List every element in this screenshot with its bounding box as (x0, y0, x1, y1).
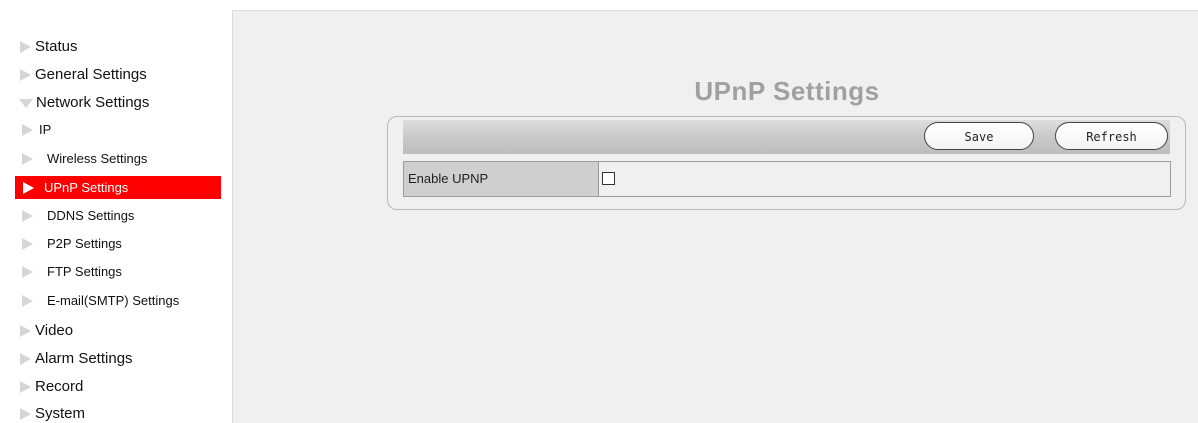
collapse-arrow-icon (19, 98, 33, 108)
expand-arrow-icon (20, 69, 31, 81)
sidebar-item-p2p-settings[interactable]: P2P Settings (22, 232, 122, 256)
arrow-icon (22, 295, 33, 307)
enable-upnp-label: Enable UPNP (404, 162, 599, 196)
sidebar-item-network-settings[interactable]: Network Settings (19, 91, 150, 115)
sidebar-item-label: IP (39, 122, 52, 137)
sidebar-item-label: Network Settings (36, 94, 150, 111)
sidebar-item-label: Video (35, 322, 74, 339)
arrow-icon (22, 238, 33, 250)
sidebar-item-alarm-settings[interactable]: Alarm Settings (20, 347, 133, 371)
sidebar-item-ip[interactable]: IP (22, 118, 51, 142)
refresh-button[interactable]: Refresh (1055, 122, 1168, 150)
sidebar-item-record[interactable]: Record (20, 375, 83, 399)
expand-arrow-icon (20, 41, 31, 53)
expand-arrow-icon (20, 381, 31, 393)
sidebar-item-upnp-settings[interactable]: UPnP Settings (15, 176, 221, 199)
sidebar-item-label: P2P Settings (47, 236, 122, 251)
sidebar-item-label: Wireless Settings (47, 151, 148, 166)
enable-upnp-checkbox[interactable] (602, 172, 615, 185)
sidebar-item-label: Status (35, 38, 78, 55)
arrow-icon (22, 124, 33, 136)
page-title: UPnP Settings (694, 76, 880, 106)
arrow-icon (22, 153, 33, 165)
sidebar-item-ftp-settings[interactable]: FTP Settings (22, 260, 122, 284)
arrow-icon (22, 266, 33, 278)
sidebar-item-label: Alarm Settings (35, 350, 133, 367)
sidebar-item-email-smtp-settings[interactable]: E-mail(SMTP) Settings (22, 289, 179, 313)
sidebar-item-ddns-settings[interactable]: DDNS Settings (22, 204, 134, 228)
sidebar-item-general-settings[interactable]: General Settings (20, 63, 147, 87)
sidebar-item-wireless-settings[interactable]: Wireless Settings (22, 147, 147, 171)
sidebar: Status General Settings Network Settings… (0, 0, 232, 423)
sidebar-item-label: FTP Settings (47, 264, 122, 279)
sidebar-item-label: UPnP Settings (44, 179, 129, 195)
sidebar-item-label: System (35, 405, 86, 422)
sidebar-item-label: General Settings (35, 66, 147, 83)
expand-arrow-icon (20, 353, 31, 365)
main-content (232, 10, 1198, 423)
sidebar-item-label: Record (35, 378, 84, 395)
app-root: Status General Settings Network Settings… (0, 0, 1198, 423)
arrow-icon (22, 210, 33, 222)
sidebar-item-label: DDNS Settings (47, 208, 135, 223)
sidebar-item-system[interactable]: System (20, 402, 85, 423)
expand-arrow-icon (20, 408, 31, 420)
expand-arrow-icon (20, 325, 31, 337)
save-button[interactable]: Save (924, 122, 1034, 150)
arrow-icon (23, 181, 34, 194)
sidebar-item-status[interactable]: Status (20, 35, 78, 59)
enable-upnp-row: Enable UPNP (403, 161, 1171, 197)
sidebar-item-video[interactable]: Video (20, 319, 73, 343)
sidebar-item-label: E-mail(SMTP) Settings (47, 293, 180, 308)
